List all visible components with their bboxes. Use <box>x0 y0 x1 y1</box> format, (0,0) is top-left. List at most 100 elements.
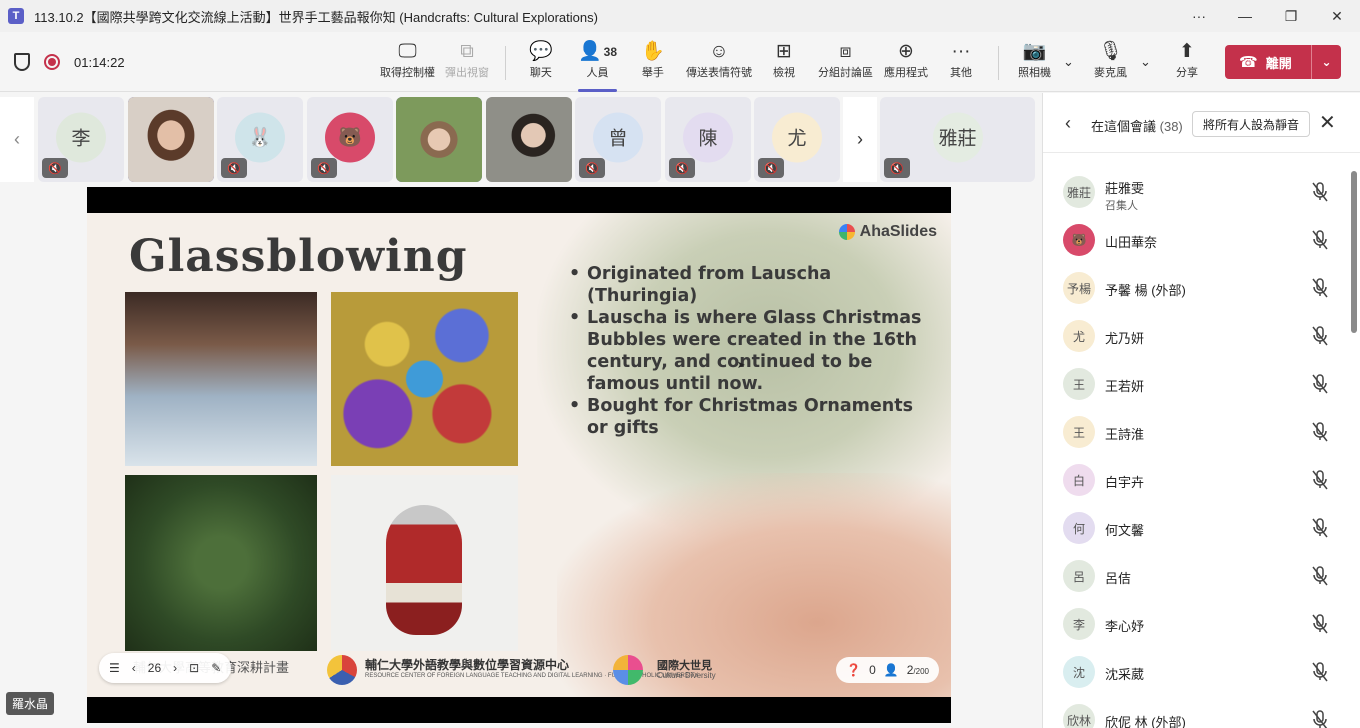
participant-video-tile[interactable] <box>486 97 572 182</box>
avatar: 尤 <box>772 112 822 162</box>
glass-ornament-photo <box>125 475 317 651</box>
smiley-icon: ☺ <box>709 41 729 62</box>
view-label: 檢視 <box>773 67 795 79</box>
view-button[interactable]: ⊞ 檢視 <box>773 40 795 86</box>
restore-button[interactable]: ❐ <box>1268 0 1314 32</box>
presenter-controls: ☰ ‹ 26 › ⊡ ✎ <box>99 653 232 683</box>
panel-scrollbar[interactable] <box>1351 171 1357 333</box>
avatar: 王 <box>1063 368 1095 400</box>
chat-button[interactable]: 💬 聊天 <box>529 40 553 86</box>
strip-next-button[interactable]: › <box>843 97 877 182</box>
breakout-label: 分組討論區 <box>818 67 873 79</box>
collapse-icon[interactable]: ⊡ <box>189 661 199 675</box>
minimize-button[interactable]: — <box>1222 0 1268 32</box>
more-options-button[interactable]: ··· <box>1176 0 1222 32</box>
footer-center-sub: RESOURCE CENTER OF FOREIGN LANGUAGE TEAC… <box>365 673 699 679</box>
mic-off-icon <box>1311 182 1329 202</box>
participant-row[interactable]: 🐻 山田華奈 <box>1043 216 1348 264</box>
participant-row[interactable]: 雅莊 莊雅雯 召集人 <box>1043 168 1348 216</box>
take-control-button[interactable]: 🖵 取得控制權 <box>380 40 435 86</box>
more-button[interactable]: ··· 其他 <box>950 40 972 86</box>
participant-tile[interactable]: 雅莊 🔇 <box>880 97 1035 182</box>
participant-row[interactable]: 呂呂佶 <box>1043 552 1348 600</box>
participant-row[interactable]: 欣林 欣伲 林 (外部) <box>1043 696 1348 728</box>
participant-name: 沈采葳 <box>1105 667 1145 682</box>
participant-row[interactable]: 王王詩淮 <box>1043 408 1348 456</box>
leave-options-button[interactable]: ⌄ <box>1311 45 1341 79</box>
participant-row[interactable]: 白白宇卉 <box>1043 456 1348 504</box>
participant-tile[interactable]: 李 🔇 <box>38 97 124 182</box>
slide-bullets: Originated from Lauscha (Thuringia) Laus… <box>567 263 927 439</box>
next-slide-button[interactable]: › <box>173 661 177 675</box>
share-button[interactable]: ⬆ 分享 <box>1176 40 1198 86</box>
avatar: 李 <box>1063 608 1095 640</box>
people-icon: 👤 38 <box>578 41 618 62</box>
participant-row[interactable]: 李李心妤 <box>1043 600 1348 648</box>
participant-row[interactable]: 王王若妍 <box>1043 360 1348 408</box>
participant-video-tile[interactable] <box>396 97 482 182</box>
pen-icon[interactable]: ✎ <box>211 661 221 675</box>
back-icon[interactable]: ‹ <box>1065 113 1071 134</box>
raise-hand-label: 舉手 <box>641 67 664 79</box>
menu-icon[interactable]: ☰ <box>109 661 120 675</box>
panel-title: 在這個會議 (38) <box>1091 116 1183 135</box>
apps-label: 應用程式 <box>884 67 928 79</box>
camera-off-icon: 📷 <box>1022 41 1047 62</box>
raise-hand-button[interactable]: ✋ 舉手 <box>641 40 665 86</box>
mic-off-icon: 🎙 <box>1098 41 1123 62</box>
screen-control-icon: 🖵 <box>398 41 417 62</box>
questions-count: 0 <box>869 663 876 677</box>
mic-options-button[interactable]: ⌄ <box>1140 50 1151 96</box>
participant-tile[interactable]: 🐰 🔇 <box>217 97 303 182</box>
participant-tile[interactable]: 陳 🔇 <box>665 97 751 182</box>
participant-name: 白宇卉 <box>1105 475 1145 490</box>
reactions-button[interactable]: ☺ 傳送表情符號 <box>686 40 752 86</box>
santa-figure <box>386 505 462 635</box>
breakout-rooms-button[interactable]: ⧈ 分組討論區 <box>818 40 873 86</box>
mic-button[interactable]: 🎙 麥克風 <box>1094 40 1127 86</box>
strip-prev-button[interactable]: ‹ <box>0 97 34 182</box>
hand-icon: ✋ <box>641 41 665 62</box>
popout-button[interactable]: ⧉ 彈出視窗 <box>445 40 489 86</box>
mute-all-button[interactable]: 將所有人設為靜音 <box>1192 111 1310 137</box>
audience-icon: 👤 <box>883 663 899 677</box>
audience-max: /200 <box>913 667 929 676</box>
popout-icon: ⧉ <box>460 41 474 62</box>
mic-off-icon: 🔇 <box>221 158 247 178</box>
avatar: 🐻 <box>325 112 375 162</box>
camera-button[interactable]: 📷 照相機 <box>1018 40 1051 86</box>
leave-label: 離開 <box>1265 55 1292 71</box>
apps-button[interactable]: ⊕ 應用程式 <box>884 40 928 86</box>
footer-right-sub: Culture Diversity <box>657 671 716 680</box>
participant-row[interactable]: 尤尤乃妍 <box>1043 312 1348 360</box>
avatar: 李 <box>56 112 106 162</box>
share-label: 分享 <box>1176 67 1198 79</box>
grid-icon: ⊞ <box>776 41 792 62</box>
avatar: 陳 <box>683 112 733 162</box>
participant-row[interactable]: 沈沈采葳 <box>1043 648 1348 696</box>
participant-row[interactable]: 何何文馨 <box>1043 504 1348 552</box>
participant-name: 予馨 楊 (外部) <box>1105 283 1186 298</box>
prev-slide-button[interactable]: ‹ <box>132 661 136 675</box>
participant-tile[interactable]: 尤 🔇 <box>754 97 840 182</box>
participant-row[interactable]: 予楊 予馨 楊 (外部) <box>1043 264 1348 312</box>
participant-tile[interactable]: 曾 🔇 <box>575 97 661 182</box>
close-window-button[interactable]: ✕ <box>1314 0 1360 32</box>
fju-logo-icon <box>327 655 357 685</box>
mic-off-icon <box>1311 326 1329 346</box>
camera-options-button[interactable]: ⌄ <box>1063 50 1074 96</box>
slide: Glassblowing AhaSlides Originated from L… <box>87 213 951 697</box>
title-bar: T 113.10.2【國際共學跨文化交流線上活動】世界手工藝品報你知 (Hand… <box>0 0 1360 32</box>
panel-title-text: 在這個會議 <box>1091 119 1157 134</box>
leave-button[interactable]: ☎ 離開 ⌄ <box>1225 45 1341 79</box>
people-count: 38 <box>603 45 618 59</box>
people-button[interactable]: 👤 38 人員 <box>578 40 618 92</box>
participant-video <box>396 97 482 182</box>
participant-tile[interactable]: 🐻 🔇 <box>307 97 393 182</box>
shield-icon[interactable] <box>14 53 30 71</box>
mic-off-icon: 🔇 <box>884 158 910 178</box>
participant-video-tile[interactable] <box>128 97 214 182</box>
close-icon[interactable]: ✕ <box>1319 110 1336 135</box>
ahaslides-icon <box>838 224 855 240</box>
avatar: 🐰 <box>235 112 285 162</box>
